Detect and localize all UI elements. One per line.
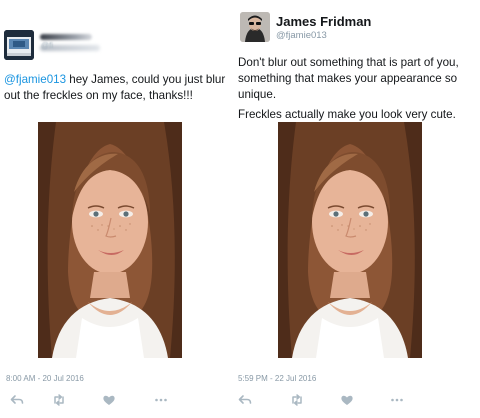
- blurred-user-name: [40, 34, 92, 40]
- user-avatar[interactable]: [240, 12, 270, 42]
- tweet-timestamp[interactable]: 8:00 AM - 20 Jul 2016: [6, 374, 84, 383]
- tweet-paragraph-1: Don't blur out something that is part of…: [238, 56, 459, 101]
- tweet-text: @fjamie013 hey James, could you just blu…: [4, 72, 236, 104]
- like-icon[interactable]: [102, 393, 116, 407]
- tweet-text: Don't blur out something that is part of…: [238, 55, 478, 123]
- retweet-icon[interactable]: [52, 393, 66, 407]
- reply-icon[interactable]: [10, 393, 24, 407]
- tweet-actions: [0, 393, 238, 407]
- display-name[interactable]: James Fridman: [276, 14, 371, 29]
- tweet-photo[interactable]: [38, 122, 182, 358]
- left-tweet: @fi @fjamie013 hey James, could you just…: [0, 0, 238, 418]
- tweet-photo[interactable]: [278, 122, 422, 358]
- more-icon[interactable]: [154, 393, 168, 407]
- tweet-timestamp[interactable]: 5:59 PM - 22 Jul 2016: [238, 374, 316, 383]
- like-icon[interactable]: [340, 393, 354, 407]
- retweet-icon[interactable]: [290, 393, 304, 407]
- reply-icon[interactable]: [238, 393, 252, 407]
- more-icon[interactable]: [390, 393, 404, 407]
- user-avatar[interactable]: [4, 30, 34, 60]
- tweet-actions: [238, 393, 480, 407]
- mention-link[interactable]: @fjamie013: [4, 73, 66, 86]
- tweet-paragraph-2: Freckles actually make you look very cut…: [238, 108, 456, 121]
- right-tweet: James Fridman @fjamie013 Don't blur out …: [238, 0, 480, 418]
- blurred-handle-text: @fi: [41, 41, 54, 50]
- user-handle[interactable]: @fjamie013: [276, 30, 327, 41]
